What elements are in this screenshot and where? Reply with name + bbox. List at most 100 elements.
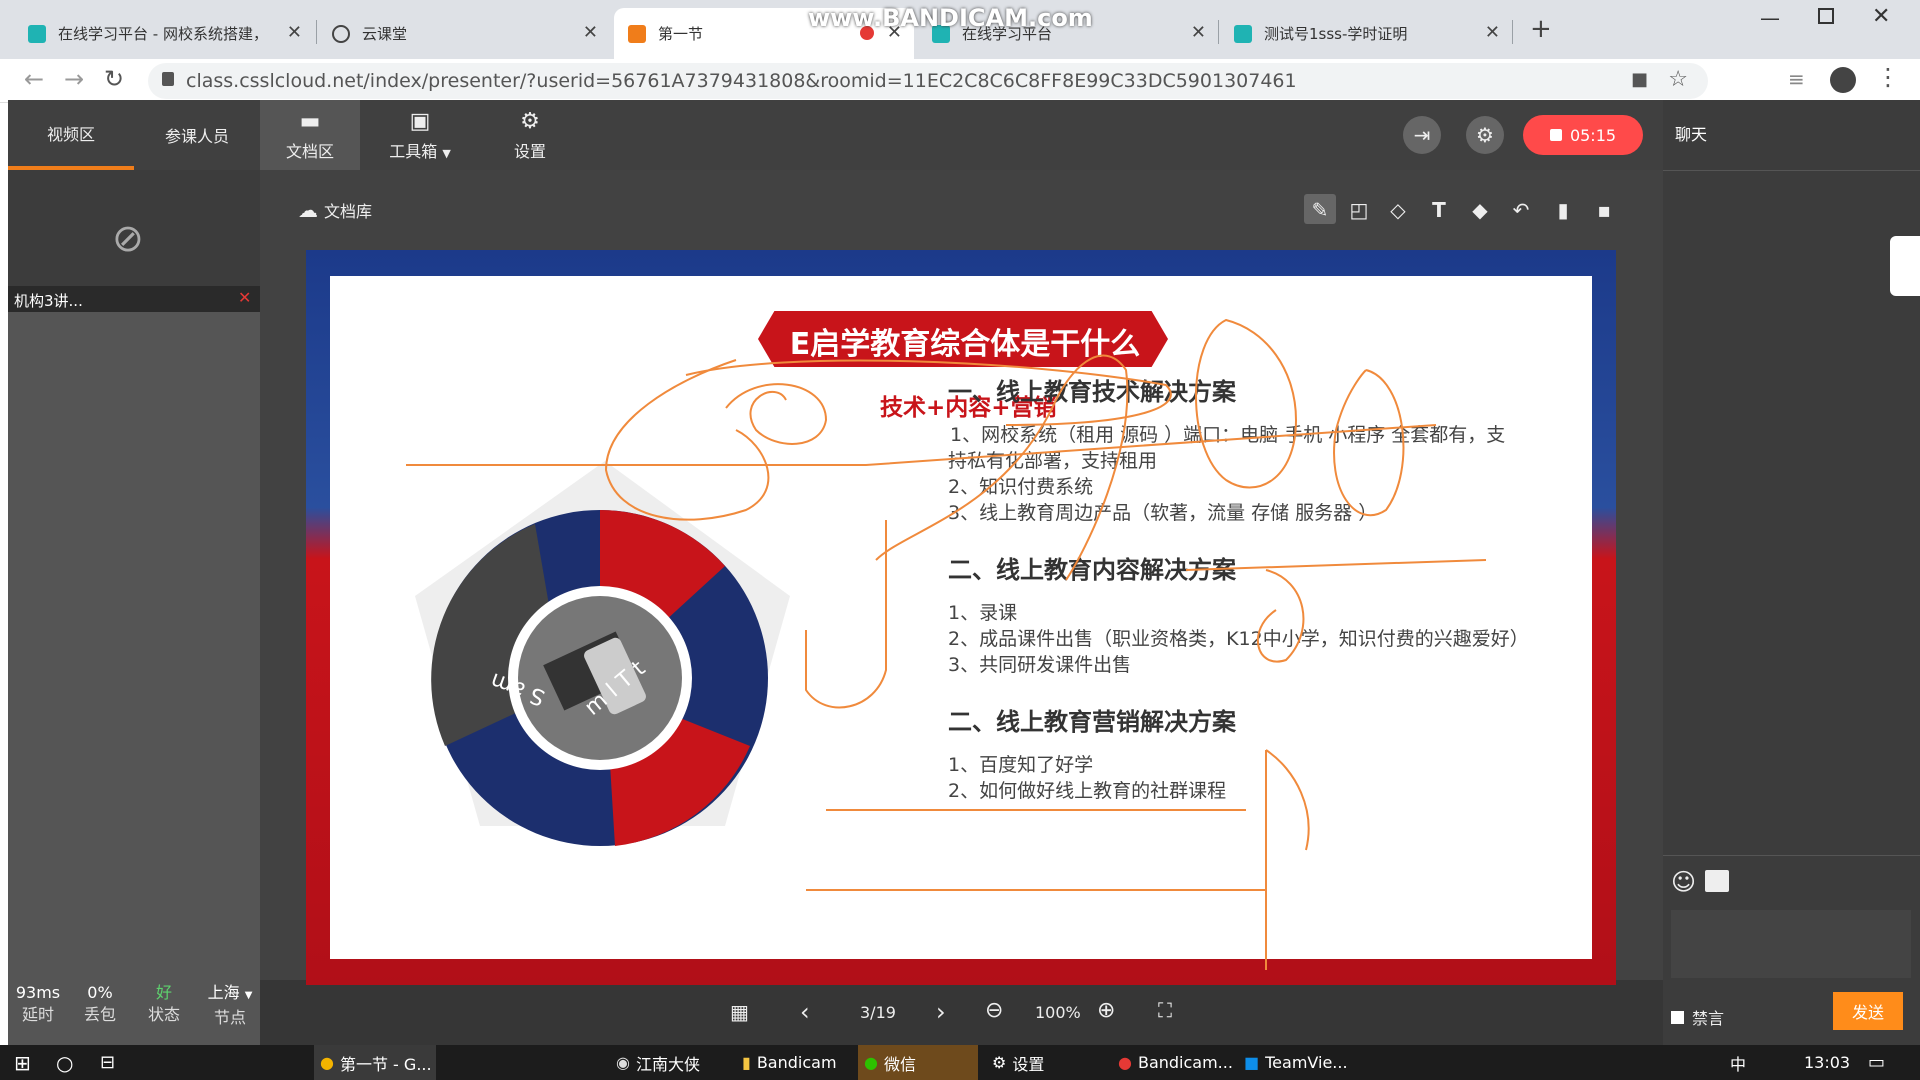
minimize-button[interactable]: — [1760,6,1780,30]
chrome-icon: ● [320,1053,334,1072]
document-library-button[interactable]: ☁ 文档库 [298,198,372,222]
stat-value: 上海 ▼ [207,983,253,1002]
tool-label: 工具箱 [389,141,438,161]
whiteboard-annotations [406,318,1487,970]
fullscreen-icon[interactable]: ⛶ [1158,998,1172,1022]
thumbnail-grid-icon[interactable]: ▦ [730,1000,749,1024]
notification-icon[interactable]: ▭ [1868,1045,1885,1080]
taskbar-item[interactable]: ● 第一节 - G... [314,1045,436,1080]
caret-down-icon: ▼ [244,990,253,1001]
save-icon[interactable]: ▪ [1589,198,1619,222]
zoom-level: 100% [1035,1003,1081,1022]
ime-indicator[interactable]: 中 [1730,1045,1746,1080]
exit-room-button[interactable]: ⇥ [1403,116,1441,154]
text-icon[interactable]: T [1424,198,1454,222]
toolbox-icon: ▣ [409,108,431,134]
taskbar-item[interactable]: ■ TeamVie... [1238,1045,1358,1080]
windows-start-icon[interactable]: ⊞ [14,1045,31,1080]
image-upload-icon[interactable] [1705,870,1729,892]
taskbar-item[interactable]: ● 微信 [858,1045,978,1080]
tab-video[interactable]: 视频区 [8,100,134,170]
zoom-out-icon[interactable]: ⊖ [985,998,1003,1023]
browser-tab[interactable]: 在线学习平台 - 网校系统搭建， ✕ [14,8,314,59]
url-text: class.csslcloud.net/index/presenter/?use… [186,70,1297,92]
gear-icon: ⚙ [992,1053,1007,1072]
clear-icon[interactable]: ◆ [1465,198,1495,222]
camera-icon[interactable]: ■ [1631,69,1648,90]
mic-muted-icon[interactable]: ✕ [238,288,251,307]
next-page-icon[interactable]: › [936,998,946,1026]
close-icon[interactable]: ✕ [1485,22,1500,43]
participant-name: 机构3讲... [8,286,260,312]
packet-loss-stat: 0% 丢包 [74,982,126,1026]
close-window-button[interactable]: ✕ [1872,4,1890,29]
eraser-icon[interactable]: ◇ [1383,198,1413,222]
star-icon[interactable]: ☆ [1668,67,1688,92]
maximize-button[interactable] [1818,8,1834,24]
clock[interactable]: 13:03 [1804,1045,1850,1080]
forward-icon[interactable]: → [64,65,84,93]
taskbar-item[interactable]: ▮ Bandicam [736,1045,846,1080]
chat-input[interactable] [1671,910,1911,978]
taskbar-item[interactable]: ● Bandicam... [1112,1045,1233,1080]
timer-text: 05:15 [1569,125,1617,145]
zoom-in-icon[interactable]: ⊕ [1097,998,1115,1023]
browser-tab-bar: 在线学习平台 - 网校系统搭建， ✕ 云课堂 ✕ 第一节 ✕ 在线学习平台 ✕ … [0,0,1920,59]
tab-participants[interactable]: 参课人员 [134,100,260,170]
reading-list-icon[interactable]: ≡ [1788,67,1805,91]
node-selector[interactable]: 上海 ▼ 节点 [200,982,260,1029]
close-icon[interactable]: ✕ [583,22,598,43]
stat-label: 丢包 [83,1005,116,1024]
settings-tool[interactable]: ⚙ 设置 [480,100,580,170]
record-timer-button[interactable]: 05:15 [1523,115,1643,155]
teamviewer-icon: ■ [1244,1053,1260,1072]
tab-title: 第一节 [658,25,704,43]
record-icon [1549,129,1562,141]
back-icon[interactable]: ← [24,65,44,93]
camera-off-icon: ⊘ [112,216,144,260]
caret-down-icon: ▼ [442,146,451,160]
tab-title: 云课堂 [362,25,408,43]
profile-avatar[interactable] [1830,67,1856,93]
taskbar-item[interactable]: ◉ 江南大侠 [610,1045,720,1080]
close-icon[interactable]: ✕ [1191,22,1206,43]
send-button[interactable]: 发送 [1833,992,1903,1030]
app-icon: ◉ [616,1053,630,1072]
browser-tab[interactable]: 云课堂 ✕ [318,8,610,59]
page-indicator: 3/19 [860,1003,896,1022]
tool-label: 设置 [513,141,546,161]
search-icon[interactable]: ○ [56,1045,73,1080]
chat-title: 聊天 [1675,125,1708,144]
browser-tab[interactable]: 测试号1sss-学时证明 ✕ [1220,8,1512,59]
address-bar[interactable]: class.csslcloud.net/index/presenter/?use… [148,63,1708,99]
chat-panel: 聊天 ☺ 禁言 发送 [1663,100,1920,1045]
gear-icon: ⚙ [520,108,540,134]
toolbox-tool[interactable]: ▣ 工具箱 ▼ [370,100,470,170]
menu-icon[interactable]: ⋮ [1876,63,1900,91]
documents-tool[interactable]: ▬ 文档区 [260,100,360,170]
reload-icon[interactable]: ↻ [104,65,124,93]
tab-title: 测试号1sss-学时证明 [1264,25,1408,43]
emoji-icon[interactable]: ☺ [1671,868,1696,896]
stat-label: 延时 [21,1005,54,1024]
lock-icon [162,72,174,86]
undo-icon[interactable]: ↶ [1506,198,1536,222]
mute-label: 禁言 [1692,1009,1725,1028]
trash-icon[interactable]: ▮ [1548,198,1578,222]
gear-icon[interactable]: ⚙ [1466,116,1504,154]
task-view-icon[interactable]: ⊟ [100,1045,115,1080]
mute-all-toggle[interactable]: 禁言 [1671,1005,1724,1029]
status-stat: 好 状态 [138,982,190,1026]
taskbar-item[interactable]: ⚙ 设置 [986,1045,1096,1080]
shape-icon[interactable]: ◰ [1344,198,1374,222]
side-tab[interactable] [1890,236,1920,296]
top-navigation: 视频区 参课人员 ▬ 文档区 ▣ 工具箱 ▼ ⚙ 设置 ⇥ ⚙ 05:15 [8,100,1663,170]
checkbox[interactable] [1671,1010,1684,1024]
prev-page-icon[interactable]: ‹ [800,998,810,1026]
pen-icon[interactable]: ✎ [1305,198,1335,222]
new-tab-button[interactable]: + [1530,14,1552,44]
close-icon[interactable]: ✕ [287,22,302,43]
tab-title: 在线学习平台 - 网校系统搭建， [58,25,268,43]
tool-label: 文档区 [285,141,334,161]
stat-value: 好 [155,983,172,1002]
